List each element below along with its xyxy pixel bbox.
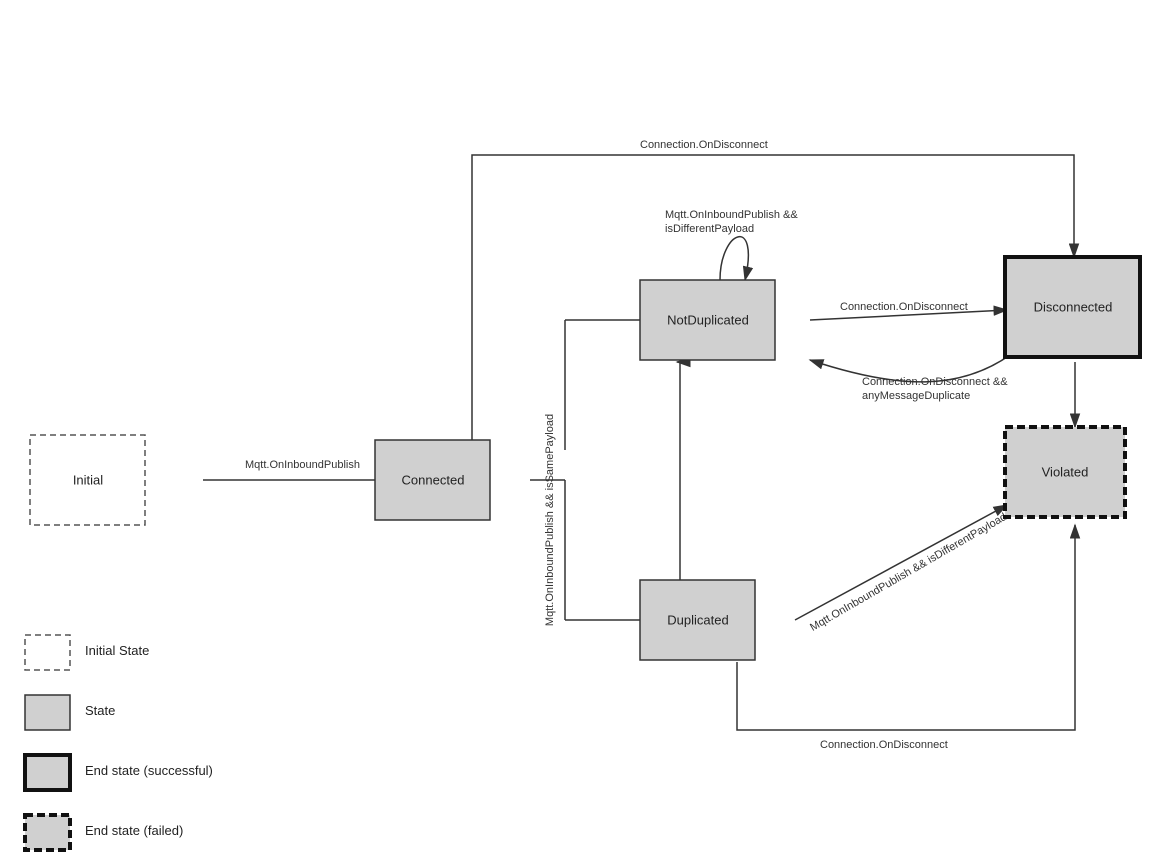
state-notdup-label: NotDuplicated — [667, 313, 749, 328]
label-dup-violated: Mqtt.OnInboundPublish && isDifferentPayl… — [808, 511, 1009, 634]
state-violated-label: Violated — [1042, 465, 1089, 480]
arrow-dup-violated — [795, 505, 1007, 620]
label-notdup-self2: isDifferentPayload — [665, 223, 754, 235]
state-connected-label: Connected — [402, 473, 465, 488]
state-dup-label: Duplicated — [667, 613, 728, 628]
label-dup-disconnected-bottom: Connection.OnDisconnect — [820, 739, 948, 751]
legend-end-failed-box — [25, 815, 70, 850]
arrow-notdup-self — [720, 237, 748, 280]
label-connected-split: Mqtt.OnInboundPublish && isSamePayload — [544, 414, 556, 626]
legend-end-success-box — [25, 755, 70, 790]
label-connected-disconnected-top: Connection.OnDisconnect — [640, 139, 768, 151]
diagram-container: Mqtt.OnInboundPublish Mqtt.OnInboundPubl… — [0, 0, 1157, 863]
label-notdup-disconnected: Connection.OnDisconnect — [840, 301, 968, 313]
state-disconnected-label: Disconnected — [1034, 300, 1113, 315]
label-disconnected-notdup: Connection.OnDisconnect && — [862, 376, 1008, 388]
legend-initial-box — [25, 635, 70, 670]
state-initial-label: Initial — [73, 473, 103, 488]
legend-end-failed-label: End state (failed) — [85, 823, 183, 838]
legend-initial-label: Initial State — [85, 643, 149, 658]
label-disconnected-notdup2: anyMessageDuplicate — [862, 390, 970, 402]
legend-state-box — [25, 695, 70, 730]
legend-end-success-label: End state (successful) — [85, 763, 213, 778]
arrow-dup-disconnected-bottom — [737, 525, 1075, 730]
label-notdup-self: Mqtt.OnInboundPublish && — [665, 209, 798, 221]
label-init-connected: Mqtt.OnInboundPublish — [245, 459, 360, 471]
legend-state-label: State — [85, 703, 115, 718]
